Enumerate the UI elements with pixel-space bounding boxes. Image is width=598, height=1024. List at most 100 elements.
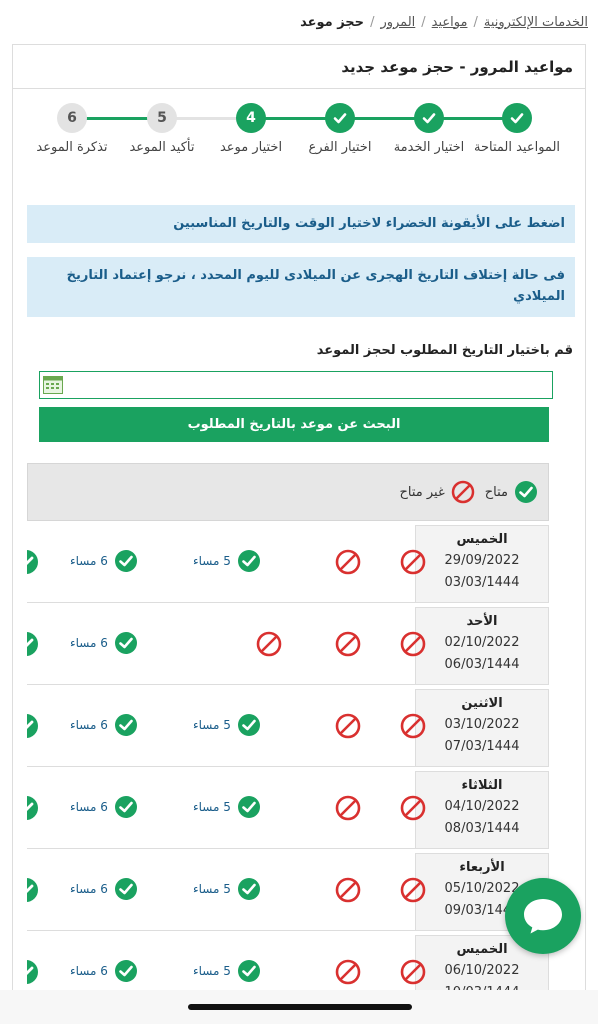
wizard-step-4: 4 اختيار موعد	[205, 103, 297, 156]
slot-5pm-button[interactable]: 5 مساء	[193, 549, 261, 573]
slot-6pm-button[interactable]: 6 مساء	[70, 959, 138, 983]
day-cell: الاثنين 03/10/2022 07/03/1444	[415, 689, 549, 767]
breadcrumb-appointments[interactable]: مواعيد	[432, 15, 468, 30]
slot-label: 5 مساء	[193, 554, 231, 568]
slot-5pm-button[interactable]: 5 مساء	[193, 959, 261, 983]
step-number: 5	[147, 103, 177, 133]
wizard-step-5: 5 تأكيد الموعد	[116, 103, 208, 156]
prohibited-icon	[451, 480, 474, 504]
gregorian-date: 29/09/2022	[444, 553, 520, 568]
wizard-step-label: تذكرة الموعد	[36, 140, 108, 155]
wizard-step-3[interactable]: اختيار الفرع	[294, 103, 386, 156]
slot-5pm-button[interactable]: 5 مساء	[193, 713, 261, 737]
chat-button[interactable]	[505, 878, 581, 954]
breadcrumb-separator: /	[370, 14, 375, 30]
slot-6pm-button[interactable]: 6 مساء	[70, 877, 138, 901]
breadcrumb: الخدمات الإلكترونية / مواعيد / المرور / …	[10, 10, 588, 34]
slot-6pm-button[interactable]: 6 مساء	[70, 631, 138, 655]
check-circle-icon[interactable]	[27, 959, 39, 985]
prohibited-icon	[335, 631, 361, 657]
slot-label: 5 مساء	[193, 964, 231, 978]
check-circle-icon[interactable]	[27, 795, 39, 821]
slot-label: 6 مساء	[70, 718, 108, 732]
day-name: الأربعاء	[459, 860, 505, 875]
check-circle-icon	[237, 878, 260, 900]
gregorian-date: 03/10/2022	[444, 717, 520, 732]
day-name: الثلاثاء	[461, 778, 503, 793]
hijri-date: 03/03/1444	[444, 575, 520, 590]
check-circle-icon	[114, 960, 137, 982]
slot-label: 5 مساء	[193, 882, 231, 896]
day-name: الخميس	[456, 532, 508, 547]
slot-5pm-button[interactable]: 5 مساء	[193, 877, 261, 901]
slot-6pm-button[interactable]: 6 مساء	[70, 795, 138, 819]
home-indicator[interactable]	[188, 1004, 412, 1010]
check-circle-icon[interactable]	[27, 877, 39, 903]
slot-label: 6 مساء	[70, 800, 108, 814]
breadcrumb-current: حجز موعد	[300, 14, 365, 30]
date-input[interactable]	[40, 372, 552, 398]
breadcrumb-separator: /	[421, 14, 426, 30]
check-circle-icon	[237, 550, 260, 572]
day-row: الأربعاء 05/10/2022 09/03/1444 5 مساء 6 …	[27, 849, 549, 931]
day-row: الخميس 29/09/2022 03/03/1444 5 مساء 6 مس…	[27, 521, 549, 603]
panel-title: مواعيد المرور - حجز موعد جديد	[13, 45, 585, 89]
check-circle-icon	[237, 714, 260, 736]
wizard-step-2[interactable]: اختيار الخدمة	[383, 103, 475, 156]
prohibited-icon	[335, 877, 361, 903]
slot-label: 5 مساء	[193, 718, 231, 732]
slot-label: 6 مساء	[70, 964, 108, 978]
wizard-step-label: اختيار موعد	[219, 140, 283, 155]
prohibited-icon	[400, 549, 426, 575]
booking-panel: مواعيد المرور - حجز موعد جديد المواعيد ا…	[12, 44, 586, 1024]
breadcrumb-e-services[interactable]: الخدمات الإلكترونية	[484, 15, 588, 30]
info-hint-green-icon: اضغط على الأيقونة الخضراء لاختيار الوقت …	[27, 205, 575, 243]
check-circle-icon[interactable]	[27, 713, 39, 739]
gregorian-date: 02/10/2022	[444, 635, 520, 650]
day-name: الأحد	[466, 614, 498, 629]
legend-unavailable-label: غير متاح	[399, 484, 445, 500]
prohibited-icon	[400, 877, 426, 903]
day-cell: الأحد 02/10/2022 06/03/1444	[415, 607, 549, 685]
check-circle-icon	[114, 796, 137, 818]
search-by-date-button[interactable]: البحث عن موعد بالتاريخ المطلوب	[39, 407, 549, 442]
check-circle-icon	[114, 550, 137, 572]
chat-icon	[524, 899, 562, 934]
day-row: الثلاثاء 04/10/2022 08/03/1444 5 مساء 6 …	[27, 767, 549, 849]
wizard-step-label: اختيار الخدمة	[393, 140, 465, 155]
gregorian-date: 06/10/2022	[444, 963, 520, 978]
slot-label: 6 مساء	[70, 882, 108, 896]
check-circle-icon[interactable]	[27, 549, 39, 575]
breadcrumb-traffic[interactable]: المرور	[380, 15, 415, 30]
legend-available-label: متاح	[484, 484, 508, 500]
check-circle-icon[interactable]	[27, 631, 39, 657]
check-circle-icon	[237, 796, 260, 818]
prohibited-icon	[335, 549, 361, 575]
slot-6pm-button[interactable]: 6 مساء	[70, 549, 138, 573]
calendar-icon[interactable]	[43, 376, 63, 394]
slot-legend: متاح غير متاح	[27, 463, 549, 521]
slot-6pm-button[interactable]: 6 مساء	[70, 713, 138, 737]
prohibited-icon	[335, 795, 361, 821]
breadcrumb-separator: /	[473, 14, 478, 30]
wizard-step-1[interactable]: المواعيد المتاحة	[471, 103, 563, 156]
step-done-check-icon	[414, 103, 444, 133]
wizard-step-6: 6 تذكرة الموعد	[26, 103, 118, 156]
check-circle-icon	[114, 714, 137, 736]
day-row: الأحد 02/10/2022 06/03/1444 6 مساء	[27, 603, 549, 685]
day-name: الاثنين	[461, 696, 503, 711]
prohibited-icon	[400, 795, 426, 821]
booking-wizard: المواعيد المتاحة اختيار الخدمة اختيار ال…	[13, 103, 585, 185]
slot-5pm-button[interactable]: 5 مساء	[193, 795, 261, 819]
hijri-date: 08/03/1444	[444, 821, 520, 836]
wizard-step-label: اختيار الفرع	[308, 140, 372, 155]
legend-unavailable: غير متاح	[399, 480, 474, 504]
prohibited-icon	[400, 713, 426, 739]
step-number: 4	[236, 103, 266, 133]
step-done-check-icon	[325, 103, 355, 133]
prohibited-icon	[400, 959, 426, 985]
day-row: الاثنين 03/10/2022 07/03/1444 5 مساء 6 م…	[27, 685, 549, 767]
step-number: 6	[57, 103, 87, 133]
check-circle-icon	[114, 632, 137, 654]
prohibited-icon	[335, 959, 361, 985]
